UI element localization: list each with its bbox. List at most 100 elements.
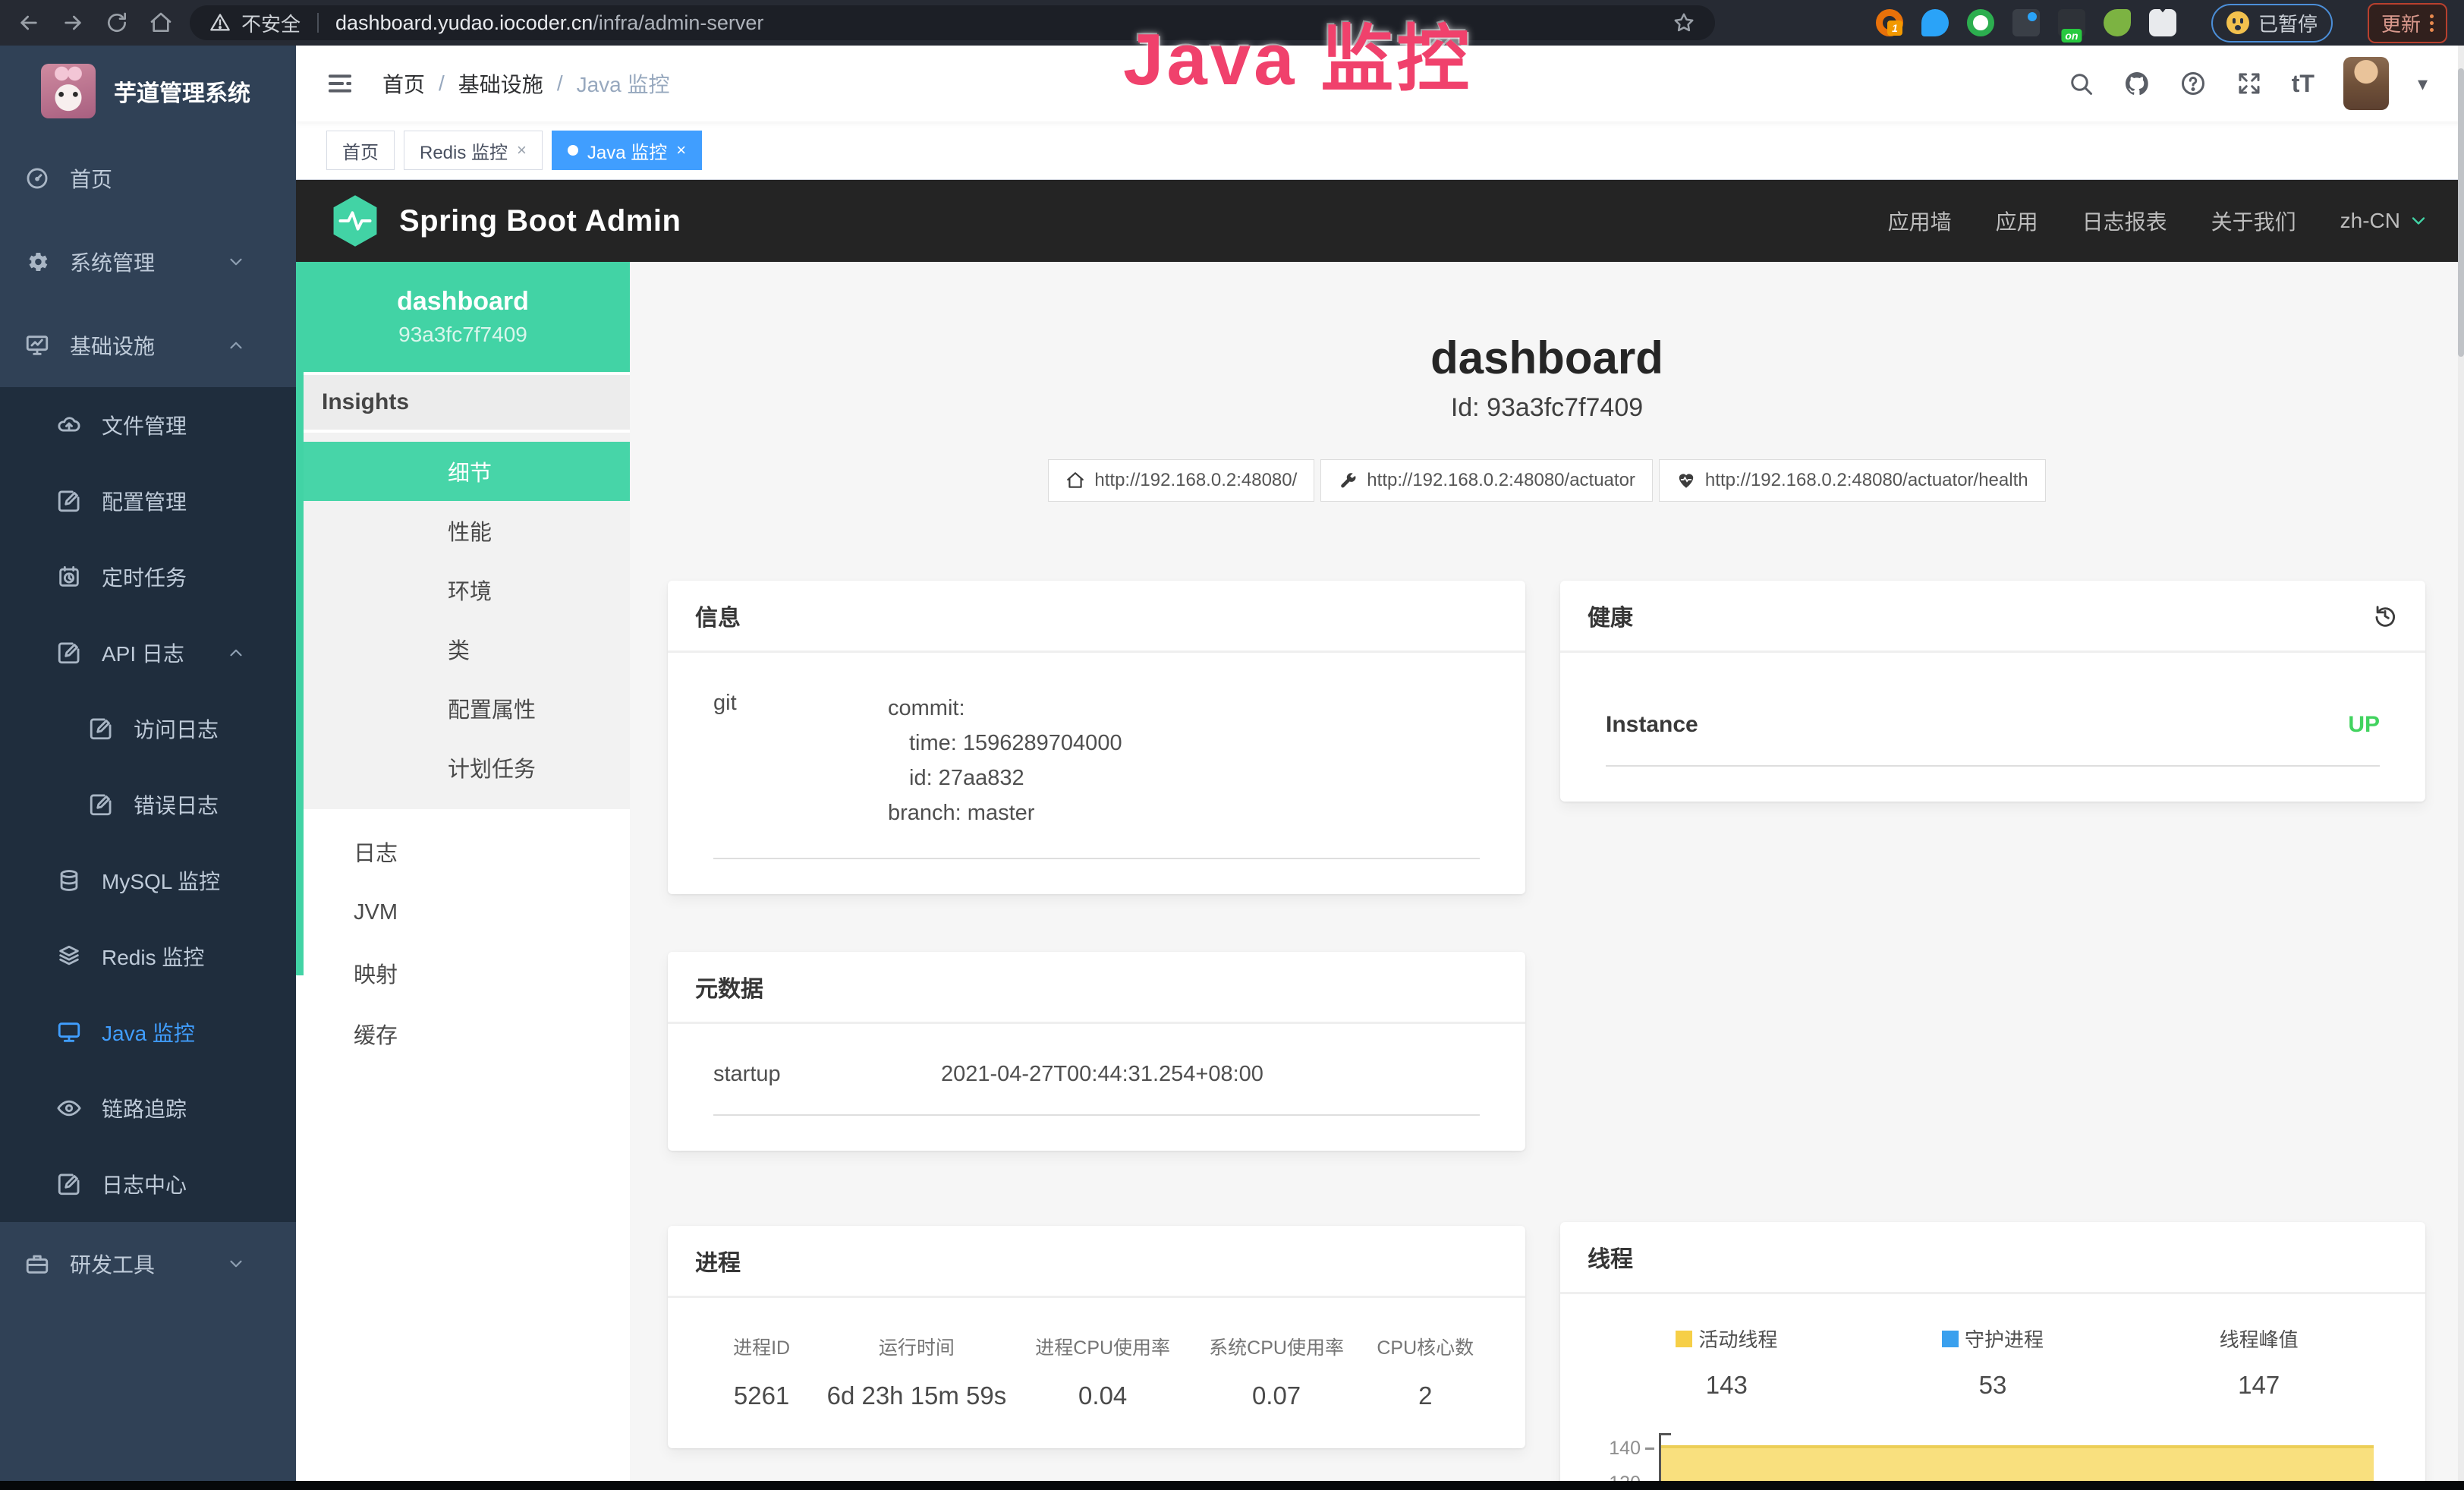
health-row[interactable]: Instance UP: [1606, 712, 2380, 738]
forward-icon[interactable]: [61, 11, 85, 35]
chev-down-icon: [226, 1254, 246, 1274]
scrollbar[interactable]: [2458, 46, 2464, 1481]
instance-menu-item-loggers[interactable]: 日志: [296, 821, 630, 882]
sba-nav: 应用墙 应用 日志报表 关于我们 zh-CN: [1888, 206, 2429, 236]
service-url-button[interactable]: http://192.168.0.2:48080/: [1048, 459, 1314, 502]
help-icon[interactable]: [2179, 70, 2207, 97]
gear-icon: [24, 249, 50, 275]
extension-icon[interactable]: [2104, 9, 2131, 36]
edit-icon: [88, 792, 114, 817]
eye-icon: [56, 1095, 82, 1121]
instance-menu-item-caches[interactable]: 缓存: [296, 1003, 630, 1064]
hamburger-icon[interactable]: [325, 68, 355, 99]
sidebar-item-api-logs[interactable]: API 日志: [0, 615, 296, 691]
wrench-icon: [1338, 471, 1358, 490]
threads-card: 线程 活动线程 143 守护进程: [1560, 1222, 2425, 1490]
sidebar-item-home[interactable]: 首页: [0, 137, 296, 220]
instance-menu-item-scheduled-tasks[interactable]: 计划任务: [296, 738, 630, 797]
instance-menu-item-mappings[interactable]: 映射: [296, 943, 630, 1003]
extension-icon[interactable]: [1967, 9, 1994, 36]
chevron-down-icon[interactable]: ▾: [2418, 72, 2428, 96]
sidebar-item-config-mgmt[interactable]: 配置管理: [0, 463, 296, 539]
close-icon[interactable]: ×: [676, 140, 686, 160]
back-icon[interactable]: [17, 11, 41, 35]
warn-icon: [209, 12, 231, 33]
sba-header: Spring Boot Admin 应用墙 应用 日志报表 关于我们 zh-CN: [296, 180, 2464, 262]
instance-menu-item-environment[interactable]: 环境: [296, 560, 630, 619]
sba-nav-about[interactable]: 关于我们: [2211, 206, 2296, 236]
emoji-avatar: [2226, 11, 2249, 34]
instance-sidebar: dashboard 93a3fc7f7409 Insights 细节 性能 环境…: [296, 262, 630, 1490]
history-icon[interactable]: [2372, 603, 2398, 628]
browser-home-icon[interactable]: [149, 11, 173, 35]
tab-redis-monitor[interactable]: Redis 监控 ×: [404, 131, 543, 170]
close-icon[interactable]: ×: [517, 140, 527, 160]
legend-swatch: [1942, 1331, 1959, 1347]
sidebar-item-scheduled-tasks[interactable]: 定时任务: [0, 539, 296, 615]
sidebar-item-redis-monitor[interactable]: Redis 监控: [0, 918, 296, 994]
sidebar-menu: 首页 系统管理 基础设施 文件管理 配置管理: [0, 137, 296, 1490]
chev-up-icon: [226, 643, 246, 663]
screenshot: 不安全 dashboard.yudao.iocoder.cn/infra/adm…: [0, 0, 2464, 1490]
admin-sidebar: 芋道管理系统 首页 系统管理 基础设施: [0, 46, 296, 1490]
metadata-value: 2021-04-27T00:44:31.254+08:00: [941, 1062, 1263, 1087]
sidebar-item-system-mgmt[interactable]: 系统管理: [0, 220, 296, 304]
divider: [1606, 765, 2380, 767]
breadcrumb-home[interactable]: 首页: [382, 68, 425, 99]
sidebar-item-mysql-monitor[interactable]: MySQL 监控: [0, 843, 296, 918]
chev-up-icon: [226, 335, 246, 355]
sidebar-item-log-center[interactable]: 日志中心: [0, 1146, 296, 1222]
kebab-menu-icon[interactable]: [2430, 14, 2434, 32]
fullscreen-icon[interactable]: [2236, 70, 2263, 97]
instance-menu-item-jvm[interactable]: JVM: [296, 882, 630, 943]
sidebar-item-access-logs[interactable]: 访问日志: [0, 691, 296, 767]
health-url-button[interactable]: http://192.168.0.2:48080/actuator/health: [1659, 459, 2046, 502]
process-card: 进程 进程ID 运行时间 进程CPU使用率 系统CPU使用率 CPU核心数: [668, 1226, 1525, 1448]
profile-paused-badge[interactable]: 已暂停: [2211, 4, 2333, 43]
active-dot: [568, 145, 578, 156]
instance-header[interactable]: dashboard 93a3fc7f7409: [296, 262, 630, 372]
instance-menu-item-details[interactable]: 细节: [296, 442, 630, 501]
sidebar-item-java-monitor[interactable]: Java 监控: [0, 994, 296, 1070]
extension-icon[interactable]: 1: [1876, 9, 1903, 36]
instance-menu-item-metrics[interactable]: 性能: [296, 501, 630, 560]
bookmark-star-icon[interactable]: [1673, 11, 1695, 34]
sidebar-item-error-logs[interactable]: 错误日志: [0, 767, 296, 843]
actuator-url-button[interactable]: http://192.168.0.2:48080/actuator: [1320, 459, 1653, 502]
metadata-key: startup: [713, 1062, 941, 1087]
breadcrumb-current: Java 监控: [577, 68, 670, 99]
user-avatar[interactable]: [2343, 57, 2389, 110]
tags-view-bar: 首页 Redis 监控 × Java 监控 ×: [296, 121, 2464, 180]
font-size-icon[interactable]: tT: [2292, 70, 2315, 98]
instance-menu-item-beans[interactable]: 类: [296, 619, 630, 679]
instance-menu-item-config-props[interactable]: 配置属性: [296, 679, 630, 738]
app-logo[interactable]: 芋道管理系统: [0, 46, 296, 137]
sidebar-item-dev-tools[interactable]: 研发工具: [0, 1222, 296, 1306]
sidebar-item-file-mgmt[interactable]: 文件管理: [0, 387, 296, 463]
url-text[interactable]: dashboard.yudao.iocoder.cn/infra/admin-s…: [335, 11, 763, 35]
reload-icon[interactable]: [105, 11, 129, 35]
process-uptime: 6d 23h 15m 59s: [817, 1381, 1016, 1410]
extension-icon[interactable]: [1921, 9, 1949, 36]
search-icon[interactable]: [2067, 70, 2094, 97]
sidebar-item-infrastructure[interactable]: 基础设施: [0, 304, 296, 387]
breadcrumb-infra[interactable]: 基础设施: [458, 68, 543, 99]
tab-home[interactable]: 首页: [326, 131, 395, 170]
url-bar[interactable]: 不安全 dashboard.yudao.iocoder.cn/infra/adm…: [190, 5, 1715, 40]
sba-nav-applications[interactable]: 应用: [1996, 206, 2038, 236]
extension-icon[interactable]: on: [2058, 9, 2085, 36]
extension-icon[interactable]: [2012, 9, 2040, 36]
instance-links: http://192.168.0.2:48080/ http://192.168…: [668, 459, 2426, 502]
sidebar-item-trace[interactable]: 链路追踪: [0, 1070, 296, 1146]
sba-nav-wallboard[interactable]: 应用墙: [1888, 206, 1952, 236]
sba-nav-journal[interactable]: 日志报表: [2082, 206, 2167, 236]
puzzle-extensions-icon[interactable]: [2149, 9, 2176, 36]
scrollbar-thumb[interactable]: [2458, 68, 2464, 357]
health-card: 健康 Instance UP: [1560, 581, 2425, 802]
locale-select[interactable]: zh-CN: [2340, 209, 2429, 233]
tab-java-monitor[interactable]: Java 监控 ×: [552, 131, 702, 170]
update-button[interactable]: 更新: [2368, 3, 2447, 43]
github-icon[interactable]: [2123, 70, 2151, 97]
process-pid: 5261: [706, 1381, 817, 1410]
edit-icon: [56, 1171, 82, 1197]
